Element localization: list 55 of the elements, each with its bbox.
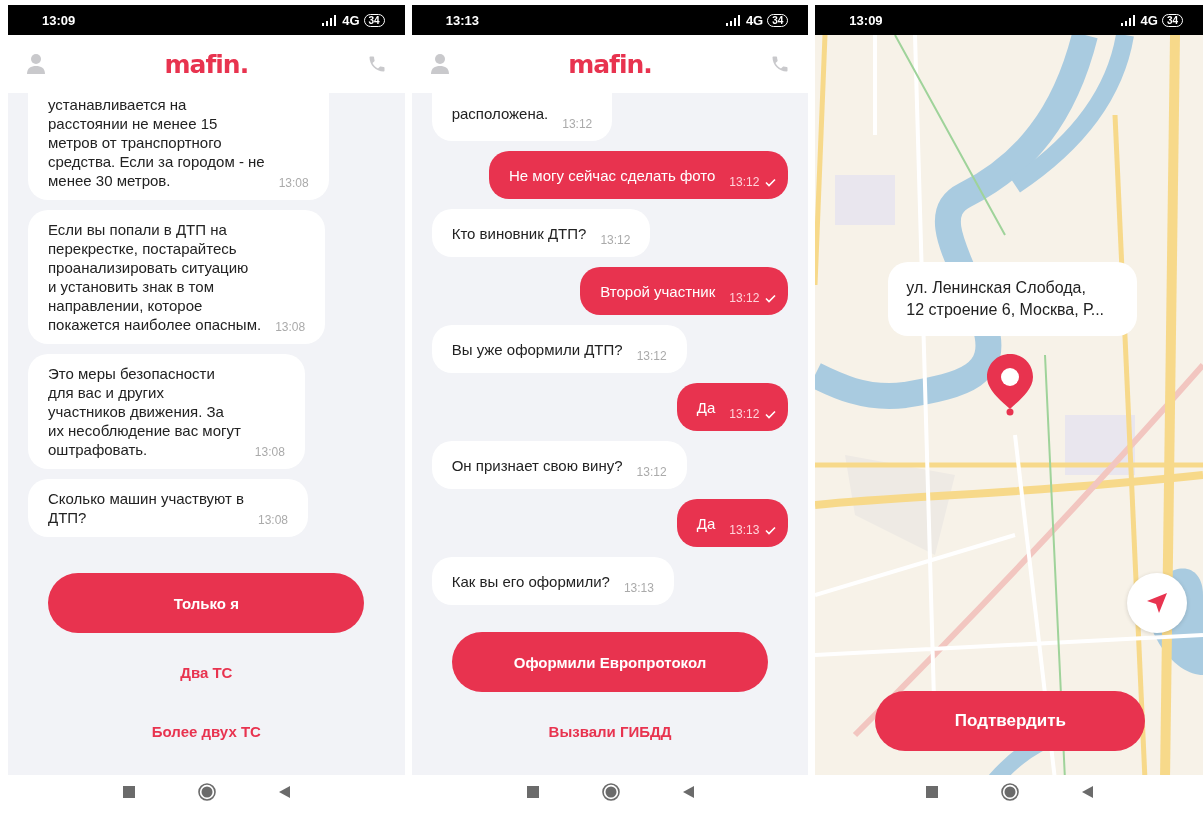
message-text: Не могу сейчас сделать фото <box>509 165 716 185</box>
message-text: Второй участник <box>600 281 716 301</box>
status-time: 13:13 <box>445 12 479 28</box>
answer-link[interactable]: Вызвали ГИБДД <box>542 711 678 751</box>
message-time: 13:08 <box>275 319 306 336</box>
address-bubble: ул. Ленинская Слобода, 12 строение 6, Москва, Р... <box>888 262 1138 336</box>
message-time: 13:12 <box>636 464 667 481</box>
signal-icon <box>322 14 339 26</box>
back-icon[interactable] <box>278 785 291 799</box>
app-logo: mafin. <box>568 49 652 79</box>
message-text: Это меры безопасности для вас и других участников движения. За их несоблюдение вас могут оштрафовать. <box>48 364 241 459</box>
message-time: 13:13 <box>729 522 760 539</box>
message-text: Да <box>696 513 716 533</box>
message-text: устанавливается на расстоянии не менее 15 метров от транспортного средства. Если за городом - не менее 30 метров. <box>48 95 265 190</box>
message-time: 13:08 <box>254 444 285 461</box>
status-time: 13:09 <box>849 12 883 28</box>
answer-link[interactable]: Более двух ТС <box>145 711 267 751</box>
recent-apps-icon[interactable] <box>122 785 137 799</box>
network-type: 4G <box>342 12 360 28</box>
message-time: 13:13 <box>623 580 654 597</box>
home-icon[interactable] <box>198 783 217 801</box>
message-text: Да <box>696 397 716 417</box>
home-icon[interactable] <box>602 783 620 801</box>
recent-apps-icon[interactable] <box>925 785 940 799</box>
message-time: 13:12 <box>562 116 593 133</box>
message-time: 13:12 <box>600 232 631 249</box>
network-type: 4G <box>745 12 764 28</box>
back-icon[interactable] <box>682 785 694 799</box>
network-type: 4G <box>1140 12 1158 28</box>
message-text: Как вы его оформили? <box>451 571 610 591</box>
message-time: 13:12 <box>729 174 760 191</box>
message-text: расположена. <box>451 103 549 123</box>
answer-button[interactable]: Только я <box>48 573 365 633</box>
message-text: Если вы попали в ДТП на перекрестке, постарайтесь проанализировать ситуацию и установить знак в том направлении, которое покажется наиболее опасным. <box>48 220 262 334</box>
location-pin-icon <box>985 353 1036 416</box>
signal-icon <box>725 14 742 26</box>
back-icon[interactable] <box>1081 785 1094 799</box>
navigation-arrow-icon <box>1145 591 1170 615</box>
message-time: 13:12 <box>729 406 760 423</box>
message-text: Он признает свою вину? <box>451 455 623 475</box>
confirm-button[interactable]: Подтвердить <box>875 691 1146 751</box>
app-logo: mafin. <box>164 49 249 79</box>
message-text: Вы уже оформили ДТП? <box>451 339 623 359</box>
home-icon[interactable] <box>1001 783 1020 801</box>
message-time: 13:08 <box>258 512 289 529</box>
message-text: Сколько машин участвуют в ДТП? <box>48 489 244 527</box>
message-text: Кто виновник ДТП? <box>451 223 587 243</box>
signal-icon <box>1120 14 1137 26</box>
recent-apps-icon[interactable] <box>526 785 540 799</box>
message-time: 13:08 <box>278 175 309 192</box>
message-time: 13:12 <box>729 290 760 307</box>
answer-link[interactable]: Два ТС <box>174 652 239 692</box>
status-time: 13:09 <box>42 12 76 28</box>
message-time: 13:12 <box>636 348 667 365</box>
answer-button[interactable]: Оформили Европротокол <box>452 632 768 692</box>
